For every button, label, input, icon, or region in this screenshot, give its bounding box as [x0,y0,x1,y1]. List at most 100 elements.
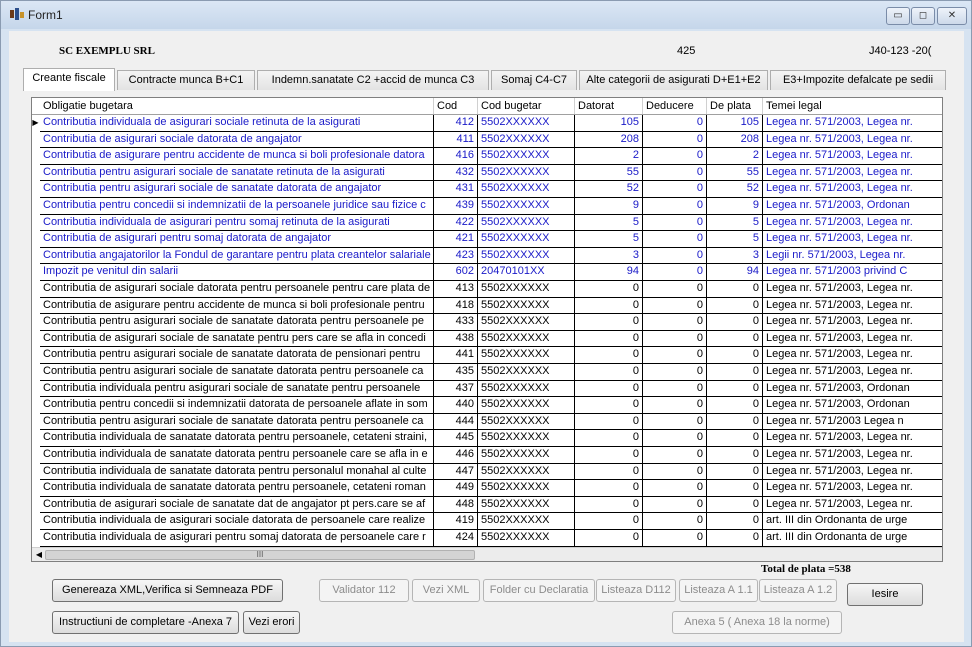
cell-cod-bugetar[interactable]: 5502XXXXXX [478,247,575,265]
cell-cod-bugetar[interactable]: 5502XXXXXX [478,281,575,298]
cell-datorat[interactable]: 0 [575,380,643,398]
cell-cod-bugetar[interactable]: 5502XXXXXX [478,364,575,381]
cell-cod-bugetar[interactable]: 5502XXXXXX [478,131,575,149]
minimize-button[interactable]: ▭ [886,7,910,25]
cell-obligatie[interactable]: Contributia de asigurare pentru accident… [40,148,434,165]
cell-cod[interactable]: 423 [434,247,478,265]
cell-temei-legal[interactable]: Legea nr. 571/2003, Legea nr. [763,132,942,149]
cell-obligatie[interactable]: Contributia de asigurari sociale de sana… [40,330,434,348]
cell-de-plata[interactable]: 2 [707,148,763,165]
cell-de-plata[interactable]: 0 [707,413,763,431]
iesire-button[interactable]: Iesire [847,583,923,606]
cell-obligatie[interactable]: Contributia de asigurare pentru accident… [40,297,434,315]
cell-datorat[interactable]: 0 [575,364,643,381]
cell-deducere[interactable]: 0 [643,413,707,431]
table-row[interactable]: Contributia pentru concedii si indemniza… [32,397,942,414]
cell-temei-legal[interactable]: Legea nr. 571/2003, Legea nr. [763,447,942,464]
cell-datorat[interactable]: 0 [575,347,643,364]
table-row[interactable]: Contributia de asigurari sociale de sana… [32,330,942,348]
horizontal-scrollbar[interactable]: ◀ III [32,547,942,561]
cell-de-plata[interactable]: 0 [707,496,763,514]
cell-temei-legal[interactable]: Legea nr. 571/2003, Legea nr. [763,331,942,348]
cell-cod-bugetar[interactable]: 5502XXXXXX [478,148,575,165]
cell-cod-bugetar[interactable]: 5502XXXXXX [478,214,575,232]
cell-obligatie[interactable]: Contributia de asigurari sociale de sana… [40,496,434,514]
cell-deducere[interactable]: 0 [643,530,707,547]
cell-obligatie[interactable]: Contributia pentru concedii si indemniza… [40,198,434,215]
cell-datorat[interactable]: 105 [575,115,643,132]
cell-cod[interactable]: 447 [434,463,478,481]
close-button[interactable]: ✕ [937,7,967,25]
cell-cod-bugetar[interactable]: 5502XXXXXX [478,380,575,398]
cell-temei-legal[interactable]: Legea nr. 571/2003, Legea nr. [763,148,942,165]
cell-cod-bugetar[interactable]: 5502XXXXXX [478,397,575,414]
table-row[interactable]: Contributia de asigurari sociale datorat… [32,281,942,298]
cell-temei-legal[interactable]: Legea nr. 571/2003, Legea nr. [763,231,942,248]
cell-cod[interactable]: 448 [434,496,478,514]
table-row[interactable]: Contributia pentru asigurari sociale de … [32,413,942,431]
cell-de-plata[interactable]: 0 [707,364,763,381]
cell-datorat[interactable]: 0 [575,281,643,298]
cell-datorat[interactable]: 208 [575,131,643,149]
table-row[interactable]: Contributia individuala pentru asigurari… [32,380,942,398]
cell-temei-legal[interactable]: Legea nr. 571/2003, Legea nr. [763,281,942,298]
table-row[interactable]: Contributia de asigurare pentru accident… [32,297,942,315]
cell-temei-legal[interactable]: Legii nr. 571/2003, Legea nr. [763,248,942,265]
scroll-thumb[interactable]: III [45,550,475,560]
cell-deducere[interactable]: 0 [643,463,707,481]
cell-cod[interactable]: 445 [434,430,478,447]
title-bar[interactable]: Form1 ▭ ◻ ✕ [1,1,971,29]
instructiuni-completare-button[interactable]: Instructiuni de completare -Anexa 7 [52,611,239,634]
cell-cod-bugetar[interactable]: 5502XXXXXX [478,115,575,132]
cell-de-plata[interactable]: 208 [707,131,763,149]
cell-cod[interactable]: 433 [434,314,478,331]
cell-temei-legal[interactable]: art. III din Ordonanta de urge [763,513,942,530]
cell-cod-bugetar[interactable]: 5502XXXXXX [478,330,575,348]
cell-cod-bugetar[interactable]: 5502XXXXXX [478,413,575,431]
anexa5-button[interactable]: Anexa 5 ( Anexa 18 la norme) [672,611,842,634]
table-row[interactable]: Contributia pentru concedii si indemniza… [32,198,942,215]
tab-creante-fiscale[interactable]: Creante fiscale [23,68,115,91]
table-row[interactable]: Contributia pentru asigurari sociale de … [32,364,942,381]
cell-temei-legal[interactable]: Legea nr. 571/2003, Legea nr. [763,497,942,514]
cell-datorat[interactable]: 0 [575,480,643,497]
cell-temei-legal[interactable]: Legea nr. 571/2003, Legea nr. [763,464,942,481]
cell-cod[interactable]: 438 [434,330,478,348]
cell-datorat[interactable]: 9 [575,198,643,215]
cell-de-plata[interactable]: 5 [707,214,763,232]
cell-obligatie[interactable]: Impozit pe venitul din salarii [40,264,434,281]
cell-de-plata[interactable]: 0 [707,513,763,530]
cell-datorat[interactable]: 5 [575,214,643,232]
cell-datorat[interactable]: 0 [575,447,643,464]
table-row[interactable]: Contributia individuala de asigurari pen… [32,530,942,547]
table-row[interactable]: Contributia individuala de sanatate dato… [32,430,942,447]
cell-cod[interactable]: 431 [434,181,478,198]
cell-cod[interactable]: 444 [434,413,478,431]
cell-deducere[interactable]: 0 [643,297,707,315]
cell-temei-legal[interactable]: Legea nr. 571/2003, Legea nr. [763,298,942,315]
table-row[interactable]: Contributia pentru asigurari sociale de … [32,181,942,198]
table-row[interactable]: Contributia individuala de sanatate dato… [32,463,942,481]
cell-obligatie[interactable]: Contributia individuala de sanatate dato… [40,463,434,481]
cell-de-plata[interactable]: 94 [707,264,763,281]
cell-temei-legal[interactable]: Legea nr. 571/2003, Legea nr. [763,347,942,364]
cell-temei-legal[interactable]: Legea nr. 571/2003, Legea nr. [763,430,942,447]
tab-indemn-sanatate[interactable]: Indemn.sanatate C2 +accid de munca C3 [257,70,489,90]
cell-cod[interactable]: 441 [434,347,478,364]
cell-de-plata[interactable]: 0 [707,530,763,547]
cell-deducere[interactable]: 0 [643,181,707,198]
cell-cod[interactable]: 449 [434,480,478,497]
cell-cod-bugetar[interactable]: 5502XXXXXX [478,164,575,182]
cell-temei-legal[interactable]: Legea nr. 571/2003, Legea nr. [763,115,942,132]
cell-datorat[interactable]: 0 [575,297,643,315]
vezi-erori-button[interactable]: Vezi erori [243,611,300,634]
cell-datorat[interactable]: 0 [575,530,643,547]
table-row[interactable]: Contributia de asigurari sociale de sana… [32,496,942,514]
table-row[interactable]: Contributia de asigurari pentru somaj da… [32,231,942,248]
cell-de-plata[interactable]: 52 [707,181,763,198]
cell-datorat[interactable]: 0 [575,463,643,481]
cell-cod[interactable]: 413 [434,281,478,298]
listeaza-a11-button[interactable]: Listeaza A 1.1 [679,579,758,602]
cell-deducere[interactable]: 0 [643,397,707,414]
cell-datorat[interactable]: 94 [575,264,643,281]
